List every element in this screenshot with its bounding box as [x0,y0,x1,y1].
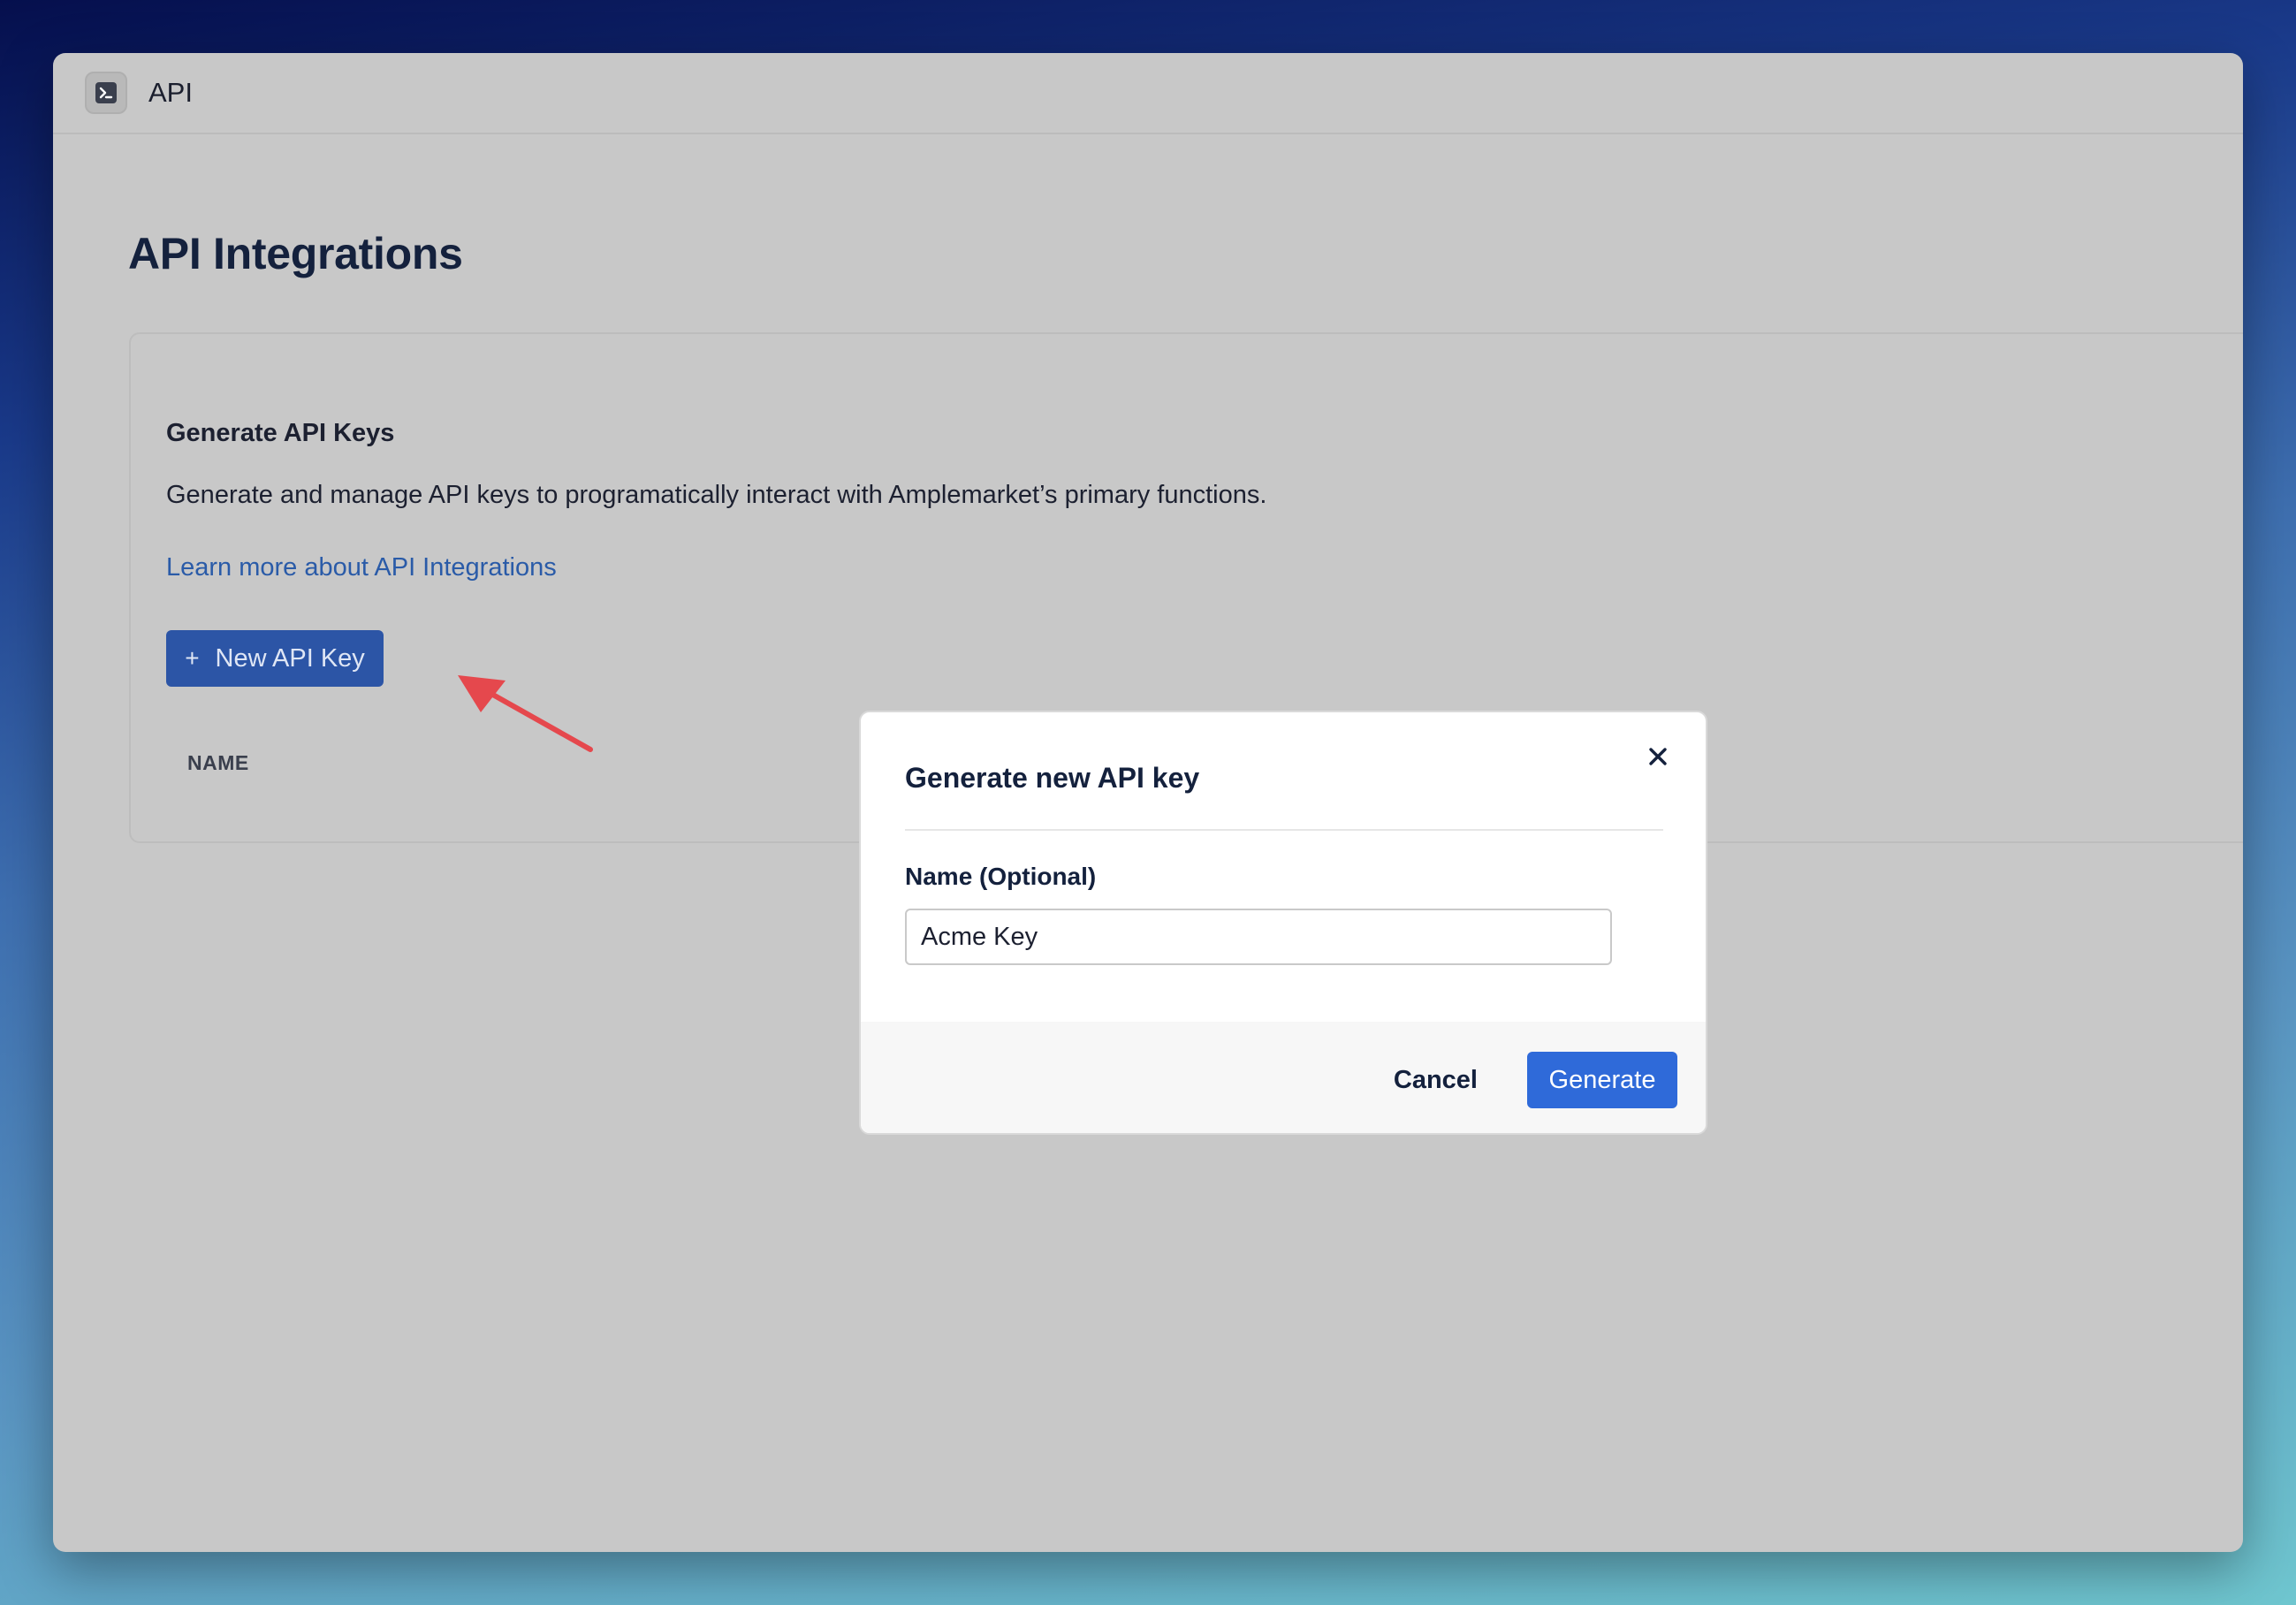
annotation-arrow-icon [458,675,593,752]
top-bar: API [53,53,2243,134]
generate-button[interactable]: Generate [1527,1052,1677,1108]
name-input[interactable] [905,909,1612,965]
generate-key-dialog: Generate new API key Name (Optional) Can… [859,711,1707,1135]
learn-more-link[interactable]: Learn more about API Integrations [166,553,557,582]
dialog-title: Generate new API key [905,762,1200,794]
name-field-label: Name (Optional) [905,863,1097,890]
card-heading: Generate API Keys [166,419,395,447]
cancel-button[interactable]: Cancel [1385,1052,1486,1108]
app-window: API API Integrations Generate API Keys G… [53,53,2243,1552]
new-api-key-label: New API Key [215,643,365,673]
app-title: API [148,77,193,108]
close-icon[interactable] [1640,739,1676,774]
dialog-footer: Cancel Generate [861,1022,1706,1133]
page-title: API Integrations [128,229,463,278]
card-description: Generate and manage API keys to programa… [166,481,1267,509]
terminal-icon [85,72,127,114]
plus-icon: + [185,644,200,672]
new-api-key-button[interactable]: + New API Key [166,630,384,687]
table-header-name: NAME [187,751,249,774]
dialog-divider [905,829,1663,831]
